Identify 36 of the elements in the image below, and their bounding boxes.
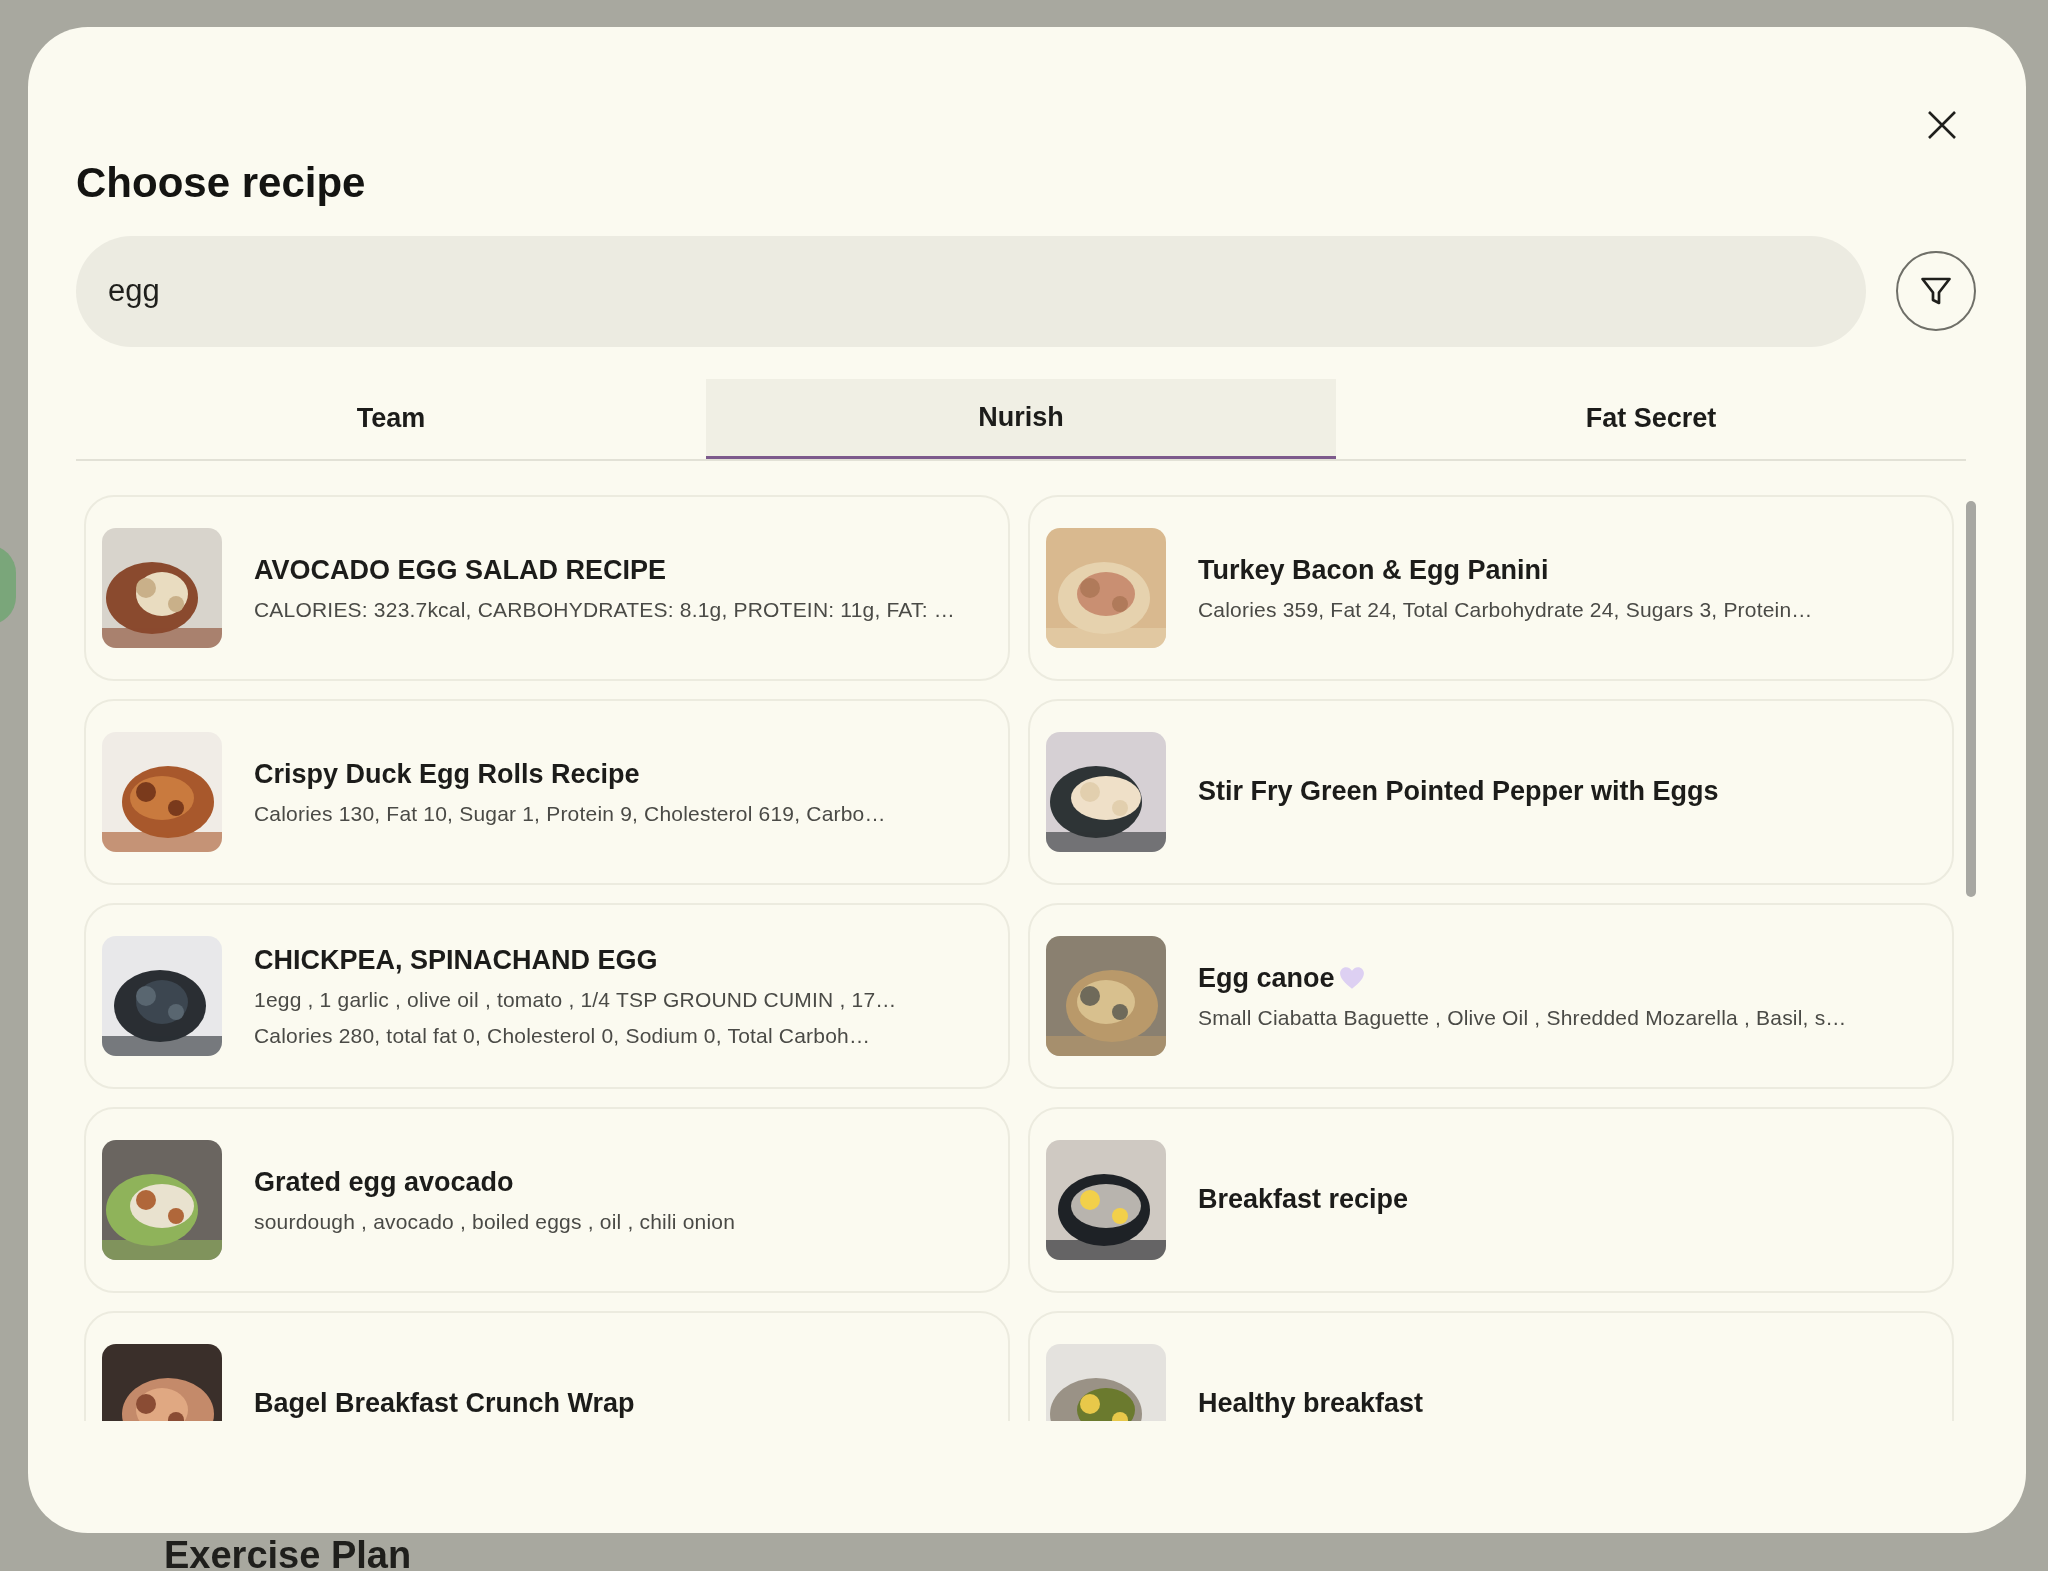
scrollbar-thumb[interactable] [1966, 500, 1976, 897]
recipe-details: 1egg , 1 garlic , olive oil , tomato , 1/4 TSP GROUND CUMIN , 17… [254, 987, 897, 1014]
recipe-title: Stir Fry Green Pointed Pepper with Eggs [1198, 775, 1719, 809]
recipe-details: Small Ciabatta Baguette , Olive Oil , Shredded Mozarella , Basil, s… [1198, 1005, 1847, 1031]
recipe-details: Calories 359, Fat 24, Total Carbohydrate 24, Sugars 3, Protein… [1198, 597, 1813, 623]
recipe-title: Breakfast recipe [1198, 1183, 1409, 1217]
recipe-title: Grated egg avocado [254, 1165, 514, 1199]
recipe-card[interactable]: Bagel Breakfast Crunch Wrap [84, 1310, 1010, 1421]
section-title: Exercise Plan [164, 1536, 412, 1571]
recipe-card[interactable]: Egg canoe Small Ciabatta Baguette , Olive Oil , Shredded Mozarella , Basil, s… [1028, 902, 1954, 1089]
recipe-card[interactable]: Stir Fry Green Pointed Pepper with Eggs [1028, 698, 1954, 885]
tab[interactable]: Team [76, 378, 706, 459]
recipe-details: Calories 130, Fat 10, Sugar 1, Protein 9, Cholesterol 619, Carbo… [254, 801, 886, 827]
recipe-title: Crispy Duck Egg Rolls Recipe [254, 757, 640, 791]
recipe-details: Calories 280, total fat 0, Cholesterol 0, Sodium 0, Total Carboh… [254, 1022, 872, 1049]
recipe-title: Bagel Breakfast Crunch Wrap [254, 1387, 635, 1421]
recipe-card[interactable]: Breakfast recipe [1028, 1106, 1954, 1293]
recipe-title: Egg canoe [1198, 961, 1335, 995]
recipe-title: Turkey Bacon & Egg Panini [1198, 553, 1549, 587]
close-icon [1927, 110, 1957, 140]
tab[interactable]: Fat Secret [1336, 378, 1966, 459]
recipe-card[interactable]: AVOCADO EGG SALAD RECIPE CALORIES: 323.7kcal, CARBOHYDRATES: 8.1g, PROTEIN: 11g, FAT: … [84, 494, 1010, 681]
recipe-card[interactable]: Healthy breakfast [1028, 1310, 1954, 1421]
tab[interactable]: Nurish [706, 378, 1336, 459]
recipe-card[interactable]: Crispy Duck Egg Rolls Recipe Calories 130, Fat 10, Sugar 1, Protein 9, Cholesterol 619, Carbo… [84, 698, 1010, 885]
recipe-card[interactable]: Grated egg avocado sourdough , avocado , boiled eggs , oil , chili onion [84, 1106, 1010, 1293]
recipe-card[interactable]: Turkey Bacon & Egg Panini Calories 359, Fat 24, Total Carbohydrate 24, Sugars 3, Protein… [1028, 494, 1954, 681]
dialog-title: Choose recipe [76, 158, 367, 208]
recipe-details: CALORIES: 323.7kcal, CARBOHYDRATES: 8.1g, PROTEIN: 11g, FAT: … [254, 597, 955, 623]
recipe-title: Healthy breakfast [1198, 1387, 1424, 1421]
recipe-title: CHICKPEA, SPINACHAND EGG [254, 943, 658, 977]
recipe-details: sourdough , avocado , boiled eggs , oil , chili onion [254, 1209, 736, 1235]
search-field[interactable]: egg [76, 235, 1866, 347]
recipe-title: AVOCADO EGG SALAD RECIPE [254, 553, 667, 587]
recipe-card[interactable]: CHICKPEA, SPINACHAND EGG 1egg , 1 garlic , olive oil , tomato , 1/4 TSP GROUND CUMIN , 17… Calories 280, total fat 0, Cholesterol 0, Sodium 0, Total Carboh… [84, 902, 1010, 1089]
filter-button[interactable] [1896, 251, 1976, 331]
